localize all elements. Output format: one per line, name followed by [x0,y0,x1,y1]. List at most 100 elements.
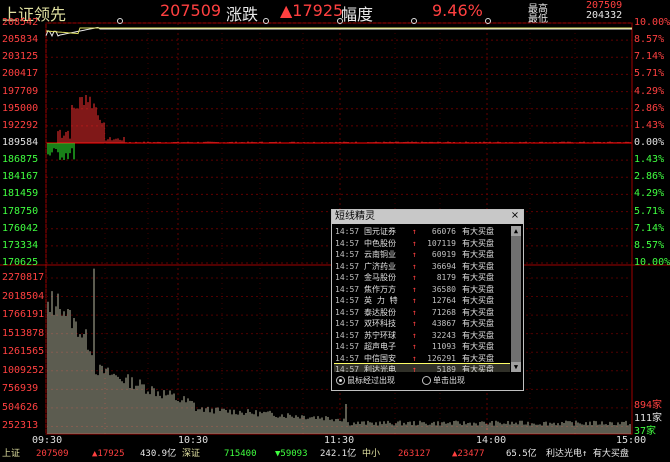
price-label-right: 8.57% [634,239,665,251]
volume-label-left: 252313 [2,420,39,432]
price-label-left: 203125 [2,51,39,63]
status-bar: 上证 207509 ▲17925 430.9亿 深证 715400 ▼59093… [0,447,670,462]
status-sh-amount: 430.9亿 [140,449,177,459]
short-term-wizard-popup[interactable]: 短线精灵 × 14:57 国元证券 ↑ 66076 有大买盘 14:57 中色股份 ↑ 1071… [331,209,524,391]
popup-row-time: 14:57 [335,284,360,294]
time-label: 10:30 [178,435,209,446]
popup-row-volume: 8179 [436,273,456,282]
popup-titlebar[interactable]: 短线精灵 × [332,210,523,224]
popup-row-name: 焦作万方 [364,284,396,294]
status-name-sz: 深证 [182,449,201,459]
price-label-right: 5.71% [634,205,665,217]
option-click[interactable]: 单击出现 [422,374,465,388]
popup-row[interactable]: 14:57 苏宁环球 ↑ 32243 有大买盘 [334,330,510,342]
popup-row[interactable]: 14:57 利达光电 ↑ 5189 有大买盘 [334,363,510,372]
popup-row-name: 利达光电 [364,365,396,372]
price-label-left: 208542 [2,17,39,28]
popup-row-name: 泰达股份 [364,307,396,317]
popup-row-volume: 43867 [431,319,456,328]
popup-row-signal: 有大买盘 [462,238,494,248]
popup-row-name: 超声电子 [364,342,396,351]
popup-row-signal: 有大买盘 [462,307,494,317]
popup-row-time: 14:57 [335,273,360,282]
price-label-left: 197709 [2,85,39,97]
price-label-left: 186875 [2,154,39,166]
popup-scrollbar[interactable]: ▲ ▼ [511,226,521,372]
price-label-left: 200417 [2,68,39,80]
popup-row-volume: 12764 [431,296,456,305]
status-ticker: 利达光电↑ 有大买盘 [546,449,629,459]
popup-row-signal: 有大买盘 [462,284,494,294]
volume-count-right: 111家 [634,413,663,424]
popup-row-signal: 有大买盘 [462,261,494,271]
popup-row-time: 14:57 [335,319,360,328]
popup-row-time: 14:57 [335,250,360,259]
price-label-right: 7.14% [634,51,665,63]
popup-row-signal: 有大买盘 [462,319,494,328]
popup-row-volume: 11093 [431,342,456,351]
popup-row-volume: 32243 [431,330,456,340]
volume-label-left: 2270817 [2,272,45,283]
status-name-zx: 中小 [362,449,381,459]
scroll-up-icon[interactable]: ▲ [511,226,521,236]
popup-row[interactable]: 14:57 焦作万方 ↑ 36580 有大买盘 [334,284,510,296]
popup-row-name: 中色股份 [364,238,396,248]
popup-row[interactable]: 14:57 云南铜业 ↑ 60919 有大买盘 [334,249,510,261]
price-label-left: 205834 [2,34,39,46]
popup-row[interactable]: 14:57 国元证券 ↑ 66076 有大买盘 [334,226,510,238]
popup-row-time: 14:57 [335,238,360,248]
popup-row-volume: 66076 [431,227,456,236]
scroll-down-icon[interactable]: ▼ [511,362,521,372]
time-label: 15:00 [616,435,647,446]
price-label-left: 184167 [2,171,39,183]
price-label-right: 1.43% [634,154,665,166]
popup-row[interactable]: 14:57 中信国安 ↑ 126291 有大买盘 [334,353,510,365]
popup-row-name: 苏宁环球 [364,330,396,340]
popup-row-name: 中信国安 [364,353,396,363]
popup-row[interactable]: 14:57 双环科技 ↑ 43867 有大买盘 [334,318,510,330]
volume-label-left: 756939 [2,383,39,395]
popup-row-time: 14:57 [335,342,360,351]
price-label-left: 192292 [2,119,39,131]
price-label-right: 2.86% [634,102,665,114]
option-hover[interactable]: 鼠标经过出现 [336,374,395,388]
price-label-left: 176042 [2,222,39,234]
popup-row[interactable]: 14:57 超声电子 ↑ 11093 有大买盘 [334,341,510,353]
popup-row[interactable]: 14:57 金马股份 ↑ 8179 有大买盘 [334,272,510,284]
popup-row[interactable]: 14:57 中色股份 ↑ 107119 有大买盘 [334,238,510,250]
popup-row-signal: 有大买盘 [462,296,494,305]
volume-label-left: 1513878 [2,327,45,339]
popup-row[interactable]: 14:57 广济药业 ↑ 36694 有大买盘 [334,261,510,273]
popup-row-time: 14:57 [335,330,360,340]
popup-list[interactable]: 14:57 国元证券 ↑ 66076 有大买盘 14:57 中色股份 ↑ 107119 有大买盘 1… [334,226,510,372]
popup-row-signal: 有大买盘 [462,342,494,351]
status-sz-amount: 242.1亿 [320,449,357,459]
price-label-right: 10.00% [634,17,670,28]
radio-hover-icon[interactable] [336,376,345,385]
price-label-left: 195000 [2,102,39,114]
price-label-left: 181459 [2,188,39,200]
popup-row[interactable]: 14:57 英 力 特 ↑ 12764 有大买盘 [334,295,510,307]
status-zx-value: 263127 [398,449,431,459]
volume-count-right: 894家 [634,400,663,411]
price-label-left: 189584 [2,137,39,148]
popup-row[interactable]: 14:57 泰达股份 ↑ 71268 有大买盘 [334,307,510,319]
close-icon[interactable]: × [509,210,521,222]
popup-row-name: 金马股份 [364,273,396,282]
price-label-right: 4.29% [634,85,665,97]
price-label-left: 178750 [2,205,39,217]
time-label: 09:30 [32,435,63,446]
popup-row-volume: 107119 [427,238,456,248]
popup-row-time: 14:57 [335,353,360,363]
price-label-left: 170625 [2,257,39,268]
price-label-right: 2.86% [634,171,665,183]
volume-label-left: 504626 [2,401,39,413]
popup-options: 鼠标经过出现 单击出现 [334,374,520,388]
popup-row-volume: 126291 [427,353,456,363]
popup-row-signal: 有大买盘 [462,365,494,372]
price-label-right: 5.71% [634,68,665,80]
popup-row-signal: 有大买盘 [462,227,494,236]
popup-row-volume: 71268 [431,307,456,317]
time-label: 14:00 [476,435,507,446]
radio-click-icon[interactable] [422,376,431,385]
